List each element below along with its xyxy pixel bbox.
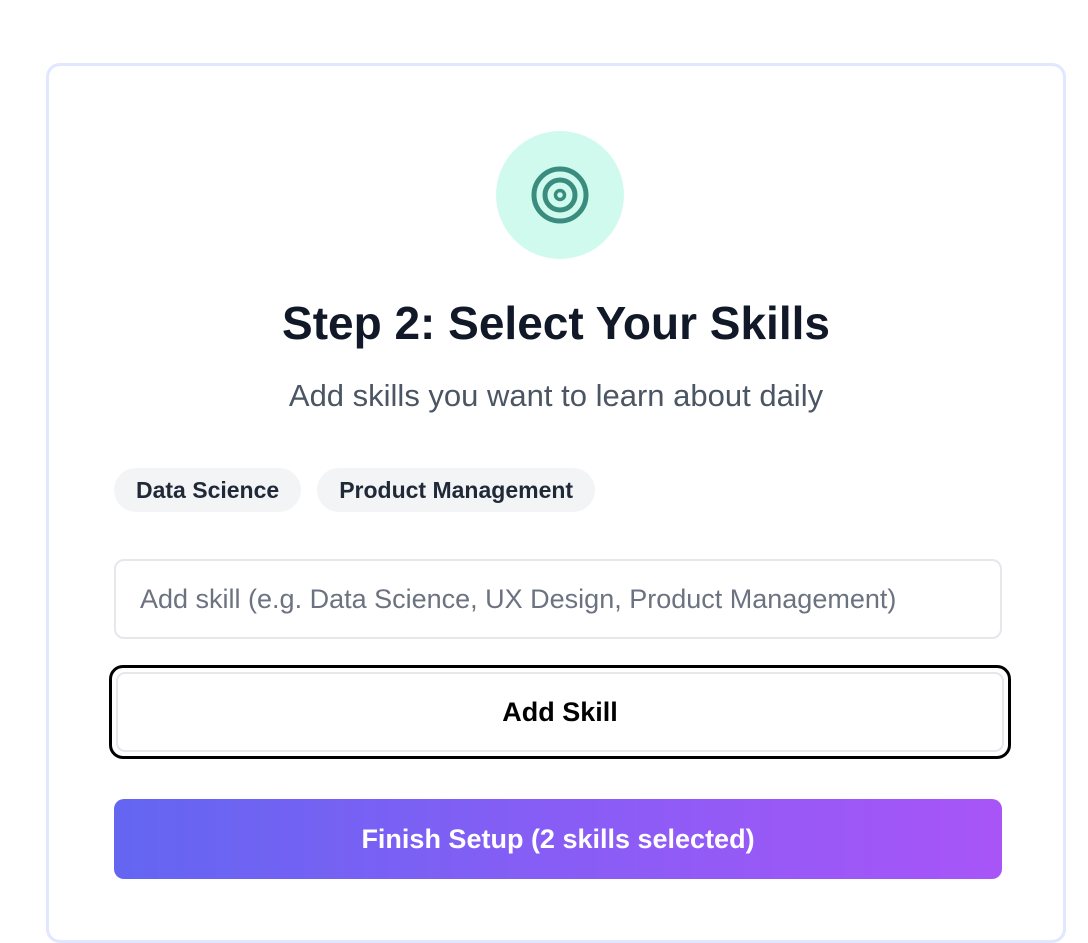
icon-badge bbox=[496, 131, 624, 259]
page-title: Step 2: Select Your Skills bbox=[282, 297, 830, 349]
skill-tag[interactable]: Data Science bbox=[114, 468, 302, 512]
skill-tag[interactable]: Product Management bbox=[317, 468, 596, 512]
page-subtitle: Add skills you want to learn about daily bbox=[288, 378, 824, 413]
skill-input[interactable] bbox=[114, 559, 1002, 639]
target-icon bbox=[531, 166, 589, 224]
add-skill-button-label: Add Skill bbox=[116, 672, 1004, 752]
setup-card: Step 2: Select Your Skills Add skills yo… bbox=[46, 63, 1066, 943]
finish-setup-button[interactable]: Finish Setup (2 skills selected) bbox=[114, 799, 1002, 879]
add-skill-button[interactable]: Add Skill bbox=[109, 665, 1011, 759]
selected-skills-list: Data Science Product Management bbox=[114, 468, 596, 512]
